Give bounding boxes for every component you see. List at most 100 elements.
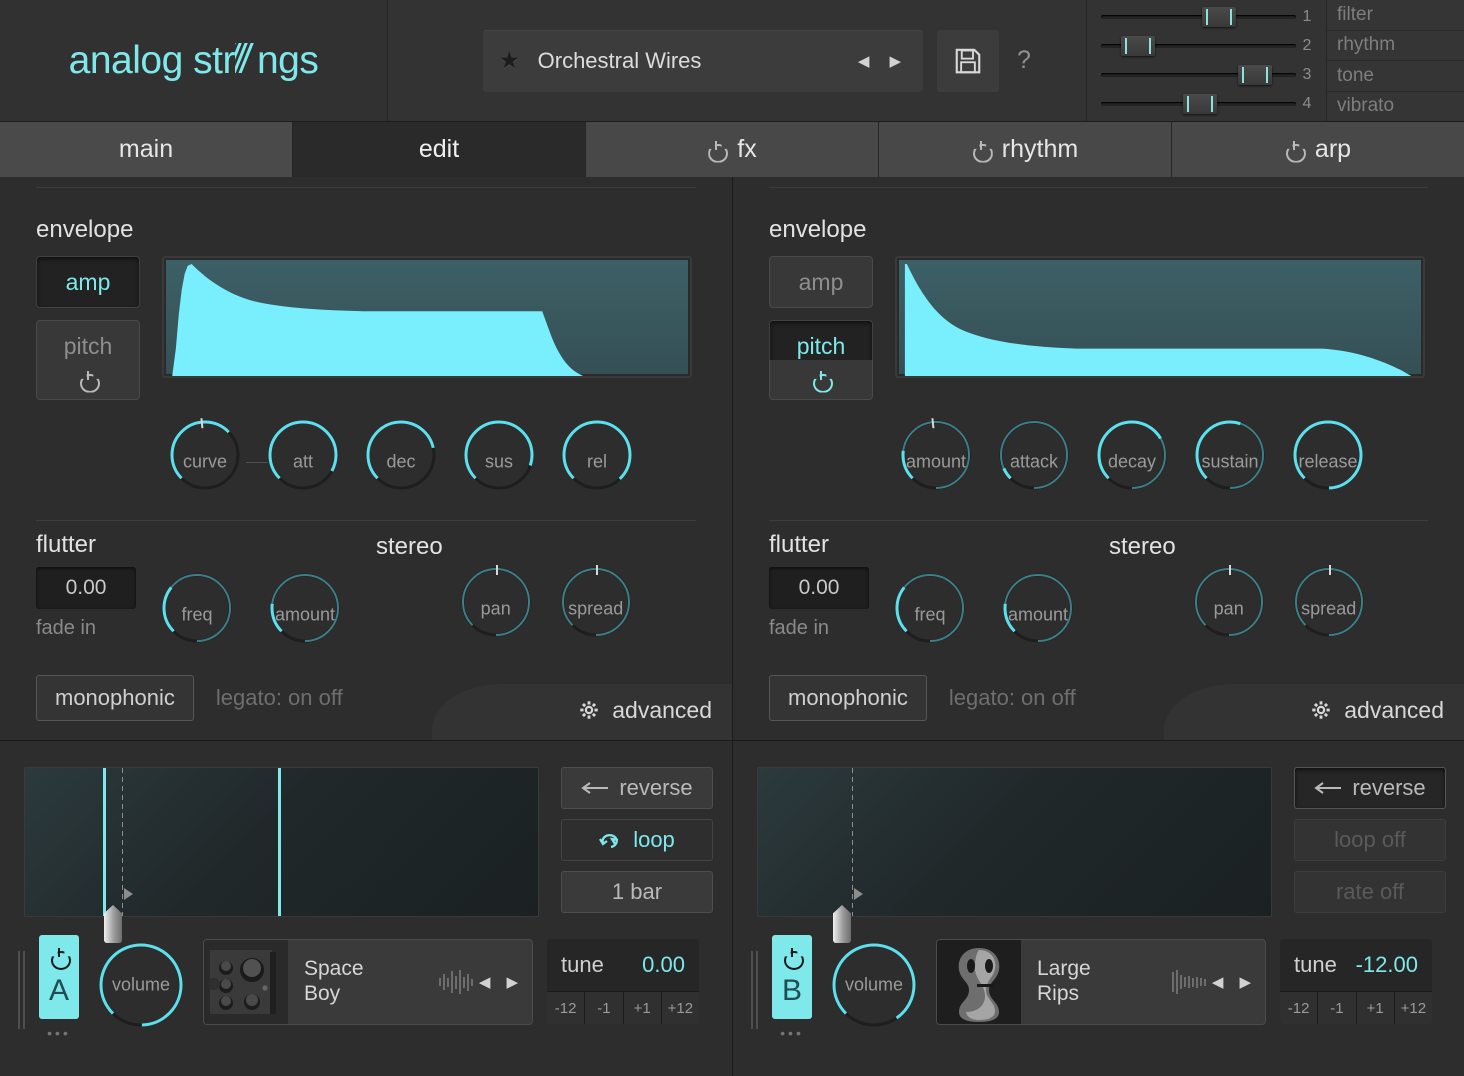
analog-strings-plugin-window: analog strngs ★ Orchestral Wires ◀ ▶ ? [0, 0, 1464, 1076]
knob-sus-a[interactable]: sus [452, 414, 546, 510]
knob-pan-a[interactable]: pan [449, 561, 543, 657]
macro-slider-1[interactable] [1101, 15, 1296, 19]
layer-b-toggle[interactable]: B [772, 935, 812, 1019]
knob-indicator-tick [1329, 565, 1331, 575]
pitch-envelope-display-b[interactable] [895, 256, 1425, 378]
loop-start-marker-a[interactable] [103, 768, 106, 916]
flutter-value-a[interactable]: 0.00 [36, 567, 136, 609]
tune-value-a[interactable]: 0.00 [642, 952, 685, 978]
layer-a-menu-dots[interactable]: ••• [47, 1025, 71, 1041]
knob-release-b[interactable]: release [1281, 414, 1375, 510]
preset-next-button[interactable]: ▶ [889, 52, 901, 70]
tune-minus12-a[interactable]: -12 [547, 992, 585, 1024]
sample-next-button-b[interactable]: ▶ [1239, 973, 1251, 991]
tune-plus12-a[interactable]: +12 [662, 992, 699, 1024]
save-preset-button[interactable] [937, 30, 999, 92]
envelope-curve-b [899, 260, 1421, 378]
volume-knob-a[interactable]: volume [93, 937, 189, 1033]
legato-toggle-a[interactable]: legato: on off [216, 685, 343, 711]
tab-arp[interactable]: arp [1172, 122, 1464, 177]
amp-envelope-display-a[interactable] [162, 256, 692, 378]
layer-a-toggle[interactable]: A [39, 935, 79, 1019]
macro-controls: 1 2 3 4 [1086, 0, 1464, 121]
tune-minus1-a[interactable]: -1 [585, 992, 623, 1024]
loop-end-marker-a[interactable] [278, 768, 281, 916]
panel-grip-b[interactable] [751, 935, 758, 1029]
tune-plus1-b[interactable]: +1 [1357, 992, 1395, 1024]
flutter-value-b[interactable]: 0.00 [769, 567, 869, 609]
knob-spread-label-b: spread [1282, 599, 1376, 620]
knob-att-a[interactable]: att [256, 414, 350, 510]
waveform-display-b[interactable] [757, 767, 1272, 917]
macro-label-vibrato[interactable]: vibrato [1327, 92, 1464, 122]
knob-curve-a[interactable]: curve [158, 414, 252, 510]
monophonic-button-a[interactable]: monophonic [36, 675, 194, 721]
tab-edit[interactable]: edit [293, 122, 586, 177]
env-amp-button-b[interactable]: amp [769, 256, 873, 308]
knob-pan-b[interactable]: pan [1182, 561, 1276, 657]
loop-button-b[interactable]: loop off [1294, 819, 1446, 861]
rate-button-b[interactable]: rate off [1294, 871, 1446, 913]
knob-flutter-amount-b[interactable]: amount [991, 567, 1085, 663]
env-pitch-power-a[interactable] [36, 360, 140, 400]
waveform-display-a[interactable] [24, 767, 539, 917]
knob-indicator-tick [1229, 565, 1231, 575]
power-icon[interactable] [707, 141, 725, 159]
reverse-button-b[interactable]: reverse [1294, 767, 1446, 809]
tune-value-b[interactable]: -12.00 [1356, 952, 1418, 978]
knob-flutter-freq-a[interactable]: freq [150, 567, 244, 663]
tune-minus12-b[interactable]: -12 [1280, 992, 1318, 1024]
knob-attack-b[interactable]: attack [987, 414, 1081, 510]
tune-minus1-b[interactable]: -1 [1318, 992, 1356, 1024]
macro-slider-3[interactable] [1101, 73, 1296, 77]
rate-button-a[interactable]: 1 bar [561, 871, 713, 913]
preset-prev-button[interactable]: ◀ [858, 52, 870, 70]
knob-flutter-freq-b[interactable]: freq [883, 567, 977, 663]
sample-next-button-a[interactable]: ▶ [506, 973, 518, 991]
tab-fx[interactable]: fx [586, 122, 879, 177]
stereo-title-a: stereo [376, 531, 443, 561]
help-button[interactable]: ? [1017, 46, 1031, 75]
env-amp-button-a[interactable]: amp [36, 256, 140, 308]
knob-amount-b[interactable]: amount [889, 414, 983, 510]
tab-main[interactable]: main [0, 122, 293, 177]
knob-sustain-b[interactable]: sustain [1183, 414, 1277, 510]
reverse-button-a[interactable]: reverse [561, 767, 713, 809]
macro-slider-4[interactable] [1101, 102, 1296, 106]
tune-control-b: tune -12.00 -12 -1 +1 +12 [1280, 939, 1432, 1024]
env-pitch-power-b[interactable] [769, 360, 873, 400]
sample-selector-b[interactable]: Large Rips ◀ ▶ [936, 939, 1266, 1025]
macro-slider-2[interactable] [1101, 44, 1296, 48]
layer-b-menu-dots[interactable]: ••• [780, 1025, 804, 1041]
macro-label-filter[interactable]: filter [1327, 0, 1464, 31]
preset-selector[interactable]: ★ Orchestral Wires ◀ ▶ [483, 30, 923, 92]
knob-dec-a[interactable]: dec [354, 414, 448, 510]
panel-grip-a[interactable] [18, 935, 25, 1029]
sample-name-line2-a: Boy [304, 982, 439, 1007]
knob-rel-a[interactable]: rel [550, 414, 644, 510]
power-icon[interactable] [972, 141, 990, 159]
volume-knob-b[interactable]: volume [826, 937, 922, 1033]
loop-button-a[interactable]: loop [561, 819, 713, 861]
macro-label-rhythm[interactable]: rhythm [1327, 31, 1464, 62]
monophonic-button-b[interactable]: monophonic [769, 675, 927, 721]
tune-plus12-b[interactable]: +12 [1395, 992, 1432, 1024]
knob-spread-a[interactable]: spread [549, 561, 643, 657]
knob-spread-b[interactable]: spread [1282, 561, 1376, 657]
power-icon[interactable] [1285, 141, 1303, 159]
macro-slider-row: 3 [1101, 64, 1318, 86]
knob-flutter-amount-a[interactable]: amount [258, 567, 352, 663]
favorite-star-icon[interactable]: ★ [499, 49, 520, 72]
sample-prev-button-a[interactable]: ◀ [479, 973, 491, 991]
knob-sus-label-a: sus [452, 452, 546, 473]
sample-selector-a[interactable]: Space Boy ◀ ▶ [203, 939, 533, 1025]
advanced-tab-a[interactable]: advanced [432, 684, 732, 740]
tune-plus1-a[interactable]: +1 [624, 992, 662, 1024]
sample-prev-button-b[interactable]: ◀ [1212, 973, 1224, 991]
knob-decay-b[interactable]: decay [1085, 414, 1179, 510]
gear-icon [1310, 699, 1332, 721]
tab-rhythm[interactable]: rhythm [879, 122, 1172, 177]
macro-label-tone[interactable]: tone [1327, 61, 1464, 92]
legato-toggle-b[interactable]: legato: on off [949, 685, 1076, 711]
advanced-tab-b[interactable]: advanced [1164, 684, 1464, 740]
